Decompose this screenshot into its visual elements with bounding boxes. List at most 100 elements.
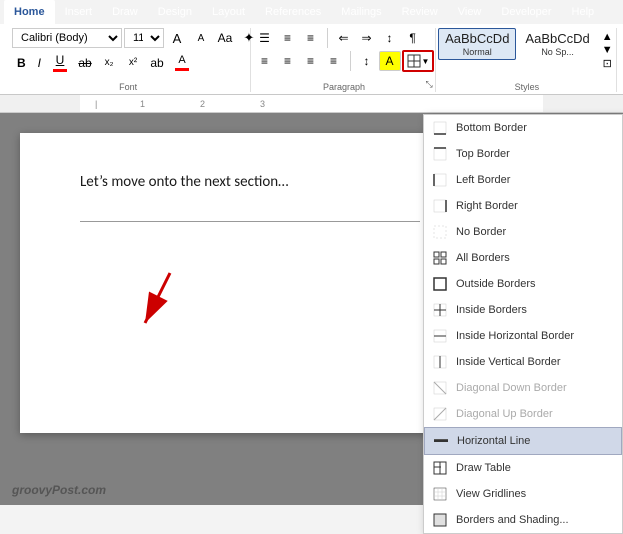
justify-btn[interactable]: ≡ <box>323 51 345 71</box>
styles-group-label: Styles <box>515 80 540 92</box>
separator2 <box>350 51 351 71</box>
borders-dropdown-arrow: ▼ <box>422 57 430 66</box>
style-nospace[interactable]: AaBbCcDd No Sp... <box>518 28 596 60</box>
align-right-btn[interactable]: ≡ <box>300 51 322 71</box>
right-border-label: Right Border <box>456 200 518 212</box>
dropdown-item-top-border[interactable]: Top Border <box>424 141 622 167</box>
paragraph-group-label: Paragraph <box>323 80 365 92</box>
outside-borders-label: Outside Borders <box>456 278 535 290</box>
dropdown-item-diag-down[interactable]: Diagonal Down Border <box>424 375 622 401</box>
dropdown-item-horiz-line[interactable]: Horizontal Line <box>424 427 622 455</box>
list-multilevel-btn[interactable]: ≡ <box>300 28 322 48</box>
tab-insert[interactable]: Insert <box>55 0 103 24</box>
show-para-btn[interactable]: ¶ <box>402 28 424 48</box>
dropdown-item-inside-horiz[interactable]: Inside Horizontal Border <box>424 323 622 349</box>
list-bullets-btn[interactable]: ☰ <box>254 28 276 48</box>
bottom-border-icon <box>432 120 448 136</box>
dropdown-item-view-gridlines[interactable]: View Gridlines <box>424 481 622 507</box>
top-border-label: Top Border <box>456 148 510 160</box>
superscript-btn[interactable]: x² <box>122 53 144 73</box>
list-numbers-btn[interactable]: ≡ <box>277 28 299 48</box>
separator <box>327 28 328 48</box>
horizontal-rule <box>80 221 420 222</box>
font-family-select[interactable]: Calibri (Body) <box>12 28 122 48</box>
tab-help[interactable]: Help <box>562 0 605 24</box>
dropdown-item-draw-table[interactable]: Draw Table <box>424 455 622 481</box>
draw-table-icon <box>432 460 448 476</box>
tab-references[interactable]: References <box>255 0 331 24</box>
borders-dropdown-btn[interactable]: ▼ <box>402 50 435 72</box>
dropdown-item-bottom-border[interactable]: Bottom Border <box>424 115 622 141</box>
decrease-indent-btn[interactable]: ⇐ <box>333 28 355 48</box>
subscript-btn[interactable]: x₂ <box>98 53 120 73</box>
sort-btn[interactable]: ↕ <box>379 28 401 48</box>
tab-home[interactable]: Home <box>4 0 55 24</box>
no-border-icon <box>432 224 448 240</box>
style-nospace-label: No Sp... <box>541 47 574 57</box>
align-center-btn[interactable]: ≡ <box>277 51 299 71</box>
line-spacing-btn[interactable]: ↕ <box>356 51 378 71</box>
text-highlight-btn[interactable]: ab <box>146 53 168 73</box>
dropdown-item-inside-borders[interactable]: Inside Borders <box>424 297 622 323</box>
style-normal[interactable]: AaBbCcDd Normal <box>438 28 516 60</box>
dropdown-item-left-border[interactable]: Left Border <box>424 167 622 193</box>
inside-horiz-icon <box>432 328 448 344</box>
underline-btn[interactable]: U <box>48 50 72 75</box>
grow-font-btn[interactable]: A <box>166 28 188 48</box>
document-text: Let’s move onto the next section… <box>80 173 420 191</box>
tab-view[interactable]: View <box>448 0 492 24</box>
horiz-line-label: Horizontal Line <box>457 435 530 447</box>
change-case-btn[interactable]: Aa <box>214 28 236 48</box>
diag-down-icon <box>432 380 448 396</box>
inside-borders-icon <box>432 302 448 318</box>
right-border-icon <box>432 198 448 214</box>
borders-icon <box>407 54 421 68</box>
inside-horiz-label: Inside Horizontal Border <box>456 330 574 342</box>
view-gridlines-label: View Gridlines <box>456 488 526 500</box>
font-color-btn[interactable]: A <box>170 51 194 74</box>
shading-btn[interactable]: A <box>379 51 401 71</box>
no-border-label: No Border <box>456 226 506 238</box>
bold-btn[interactable]: B <box>12 53 31 73</box>
dropdown-item-no-border[interactable]: No Border <box>424 219 622 245</box>
italic-btn[interactable]: I <box>33 53 46 73</box>
dropdown-item-outside-borders[interactable]: Outside Borders <box>424 271 622 297</box>
outside-borders-icon <box>432 276 448 292</box>
tab-mailings[interactable]: Mailings <box>331 0 391 24</box>
bottom-border-label: Bottom Border <box>456 122 527 134</box>
tab-draw[interactable]: Draw <box>102 0 148 24</box>
styles-scroll-btn[interactable]: ▲▼⊡ <box>599 28 616 73</box>
tab-review[interactable]: Review <box>392 0 448 24</box>
shrink-font-btn[interactable]: A <box>190 28 212 48</box>
dropdown-item-all-borders[interactable]: All Borders <box>424 245 622 271</box>
align-left-btn[interactable]: ≡ <box>254 51 276 71</box>
inside-vert-icon <box>432 354 448 370</box>
inside-borders-label: Inside Borders <box>456 304 527 316</box>
borders-dropdown-menu: Bottom Border Top Border Left Border Rig… <box>423 114 623 534</box>
inside-vert-label: Inside Vertical Border <box>456 356 561 368</box>
tab-design[interactable]: Design <box>148 0 202 24</box>
font-group: Calibri (Body) 11 A A Aa ✦ B I U <box>6 28 251 92</box>
dropdown-item-right-border[interactable]: Right Border <box>424 193 622 219</box>
borders-shading-icon <box>432 512 448 528</box>
style-normal-preview: AaBbCcDd <box>445 31 509 47</box>
left-border-label: Left Border <box>456 174 510 186</box>
diag-down-label: Diagonal Down Border <box>456 382 567 394</box>
increase-indent-btn[interactable]: ⇒ <box>356 28 378 48</box>
tab-layout[interactable]: Layout <box>202 0 255 24</box>
diag-up-icon <box>432 406 448 422</box>
all-borders-label: All Borders <box>456 252 510 264</box>
ruler: | 1 2 3 <box>0 95 623 113</box>
font-size-select[interactable]: 11 <box>124 28 164 48</box>
dropdown-item-borders-shading[interactable]: Borders and Shading... <box>424 507 622 533</box>
styles-group: AaBbCcDd Normal AaBbCcDd No Sp... ▲▼⊡ St… <box>438 28 617 92</box>
all-borders-icon <box>432 250 448 266</box>
paragraph-group: ☰ ≡ ≡ ⇐ ⇒ ↕ ¶ ≡ ≡ ≡ ≡ ↕ A <box>253 28 435 92</box>
dropdown-item-diag-up[interactable]: Diagonal Up Border <box>424 401 622 427</box>
strikethrough-btn[interactable]: ab <box>74 53 96 73</box>
dropdown-item-inside-vert[interactable]: Inside Vertical Border <box>424 349 622 375</box>
horiz-line-icon <box>433 433 449 449</box>
ribbon-content: Calibri (Body) 11 A A Aa ✦ B I U <box>0 24 623 95</box>
tab-developer[interactable]: Developer <box>491 0 561 24</box>
paragraph-expand[interactable]: ⤡ <box>426 79 433 90</box>
